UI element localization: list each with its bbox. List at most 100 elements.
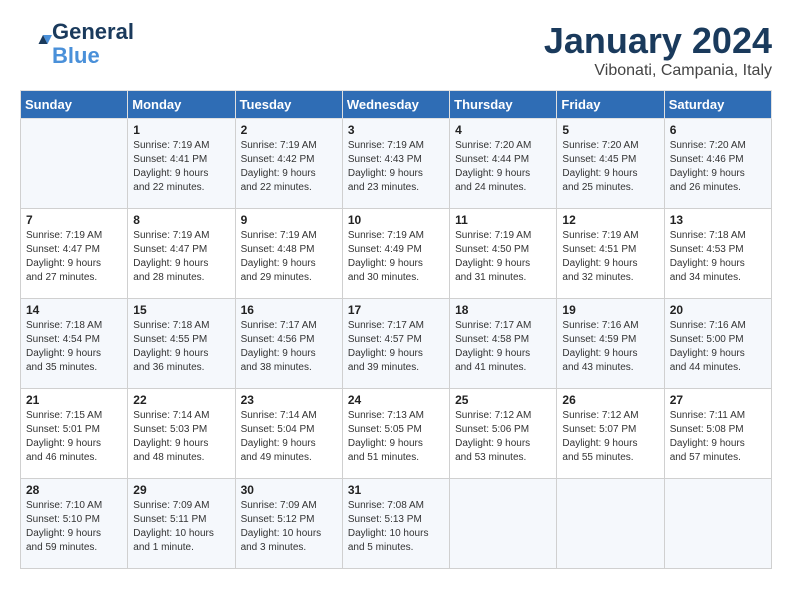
calendar-cell: 19 Sunrise: 7:16 AM Sunset: 4:59 PM Dayli… — [557, 299, 664, 389]
calendar-cell: 16 Sunrise: 7:17 AM Sunset: 4:56 PM Dayli… — [235, 299, 342, 389]
day-number: 7 — [26, 213, 122, 227]
cell-content: Sunrise: 7:18 AM Sunset: 4:54 PM Dayligh… — [26, 319, 122, 375]
cell-content: Sunrise: 7:11 AM Sunset: 5:08 PM Dayligh… — [670, 409, 766, 465]
calendar-cell: 4Sunrise: 7:20 AM Sunset: 4:44 PM Daylig… — [450, 119, 557, 209]
calendar-cell: 26 Sunrise: 7:12 AM Sunset: 5:07 PM Dayli… — [557, 389, 664, 479]
calendar-cell — [450, 479, 557, 569]
calendar-cell: 1 Sunrise: 7:19 AM Sunset: 4:41 PM Daylig… — [128, 119, 235, 209]
calendar-cell: 28Sunrise: 7:10 AM Sunset: 5:10 PM Dayli… — [21, 479, 128, 569]
day-header-friday: Friday — [557, 91, 664, 119]
cell-content: Sunrise: 7:20 AM Sunset: 4:44 PM Dayligh… — [455, 139, 551, 195]
calendar-cell: 8Sunrise: 7:19 AM Sunset: 4:47 PM Daylig… — [128, 209, 235, 299]
day-number: 29 — [133, 483, 229, 497]
calendar-cell: 6Sunrise: 7:20 AM Sunset: 4:46 PM Daylig… — [664, 119, 771, 209]
cell-content: Sunrise: 7:16 AM Sunset: 4:59 PM Dayligh… — [562, 319, 658, 375]
cell-content: Sunrise: 7:19 AM Sunset: 4:43 PM Dayligh… — [348, 139, 444, 195]
day-number: 25 — [455, 393, 551, 407]
calendar-cell — [557, 479, 664, 569]
cell-content: Sunrise: 7:15 AM Sunset: 5:01 PM Dayligh… — [26, 409, 122, 465]
day-number: 19 — [562, 303, 658, 317]
cell-content: Sunrise: 7:09 AM Sunset: 5:12 PM Dayligh… — [241, 499, 337, 555]
calendar-cell: 22 Sunrise: 7:14 AM Sunset: 5:03 PM Dayli… — [128, 389, 235, 479]
title-section: January 2024 Vibonati, Campania, Italy — [544, 20, 772, 80]
month-title: January 2024 — [544, 20, 772, 62]
calendar-cell: 5 Sunrise: 7:20 AM Sunset: 4:45 PM Daylig… — [557, 119, 664, 209]
calendar-cell: 14 Sunrise: 7:18 AM Sunset: 4:54 PM Dayli… — [21, 299, 128, 389]
week-row-1: 7 Sunrise: 7:19 AM Sunset: 4:47 PM Daylig… — [21, 209, 772, 299]
logo: General Blue — [20, 20, 134, 68]
cell-content: Sunrise: 7:14 AM Sunset: 5:04 PM Dayligh… — [241, 409, 337, 465]
week-row-0: 1 Sunrise: 7:19 AM Sunset: 4:41 PM Daylig… — [21, 119, 772, 209]
day-number: 9 — [241, 213, 337, 227]
cell-content: Sunrise: 7:20 AM Sunset: 4:46 PM Dayligh… — [670, 139, 766, 195]
day-number: 5 — [562, 123, 658, 137]
cell-content: Sunrise: 7:16 AM Sunset: 5:00 PM Dayligh… — [670, 319, 766, 375]
day-number: 18 — [455, 303, 551, 317]
day-header-saturday: Saturday — [664, 91, 771, 119]
day-number: 23 — [241, 393, 337, 407]
cell-content: Sunrise: 7:14 AM Sunset: 5:03 PM Dayligh… — [133, 409, 229, 465]
cell-content: Sunrise: 7:09 AM Sunset: 5:11 PM Dayligh… — [133, 499, 229, 555]
cell-content: Sunrise: 7:19 AM Sunset: 4:41 PM Dayligh… — [133, 139, 229, 195]
day-number: 17 — [348, 303, 444, 317]
cell-content: Sunrise: 7:19 AM Sunset: 4:47 PM Dayligh… — [133, 229, 229, 285]
day-number: 21 — [26, 393, 122, 407]
day-number: 12 — [562, 213, 658, 227]
day-number: 14 — [26, 303, 122, 317]
cell-content: Sunrise: 7:08 AM Sunset: 5:13 PM Dayligh… — [348, 499, 444, 555]
calendar-cell: 15 Sunrise: 7:18 AM Sunset: 4:55 PM Dayli… — [128, 299, 235, 389]
calendar-cell: 23 Sunrise: 7:14 AM Sunset: 5:04 PM Dayli… — [235, 389, 342, 479]
header: General Blue January 2024 Vibonati, Camp… — [20, 20, 772, 80]
cell-content: Sunrise: 7:20 AM Sunset: 4:45 PM Dayligh… — [562, 139, 658, 195]
cell-content: Sunrise: 7:19 AM Sunset: 4:49 PM Dayligh… — [348, 229, 444, 285]
day-number: 26 — [562, 393, 658, 407]
cell-content: Sunrise: 7:17 AM Sunset: 4:57 PM Dayligh… — [348, 319, 444, 375]
day-header-sunday: Sunday — [21, 91, 128, 119]
calendar-cell: 20 Sunrise: 7:16 AM Sunset: 5:00 PM Dayli… — [664, 299, 771, 389]
cell-content: Sunrise: 7:13 AM Sunset: 5:05 PM Dayligh… — [348, 409, 444, 465]
calendar-cell: 25Sunrise: 7:12 AM Sunset: 5:06 PM Dayli… — [450, 389, 557, 479]
day-number: 13 — [670, 213, 766, 227]
week-row-2: 14 Sunrise: 7:18 AM Sunset: 4:54 PM Dayli… — [21, 299, 772, 389]
day-header-wednesday: Wednesday — [342, 91, 449, 119]
logo-icon — [22, 29, 52, 59]
cell-content: Sunrise: 7:10 AM Sunset: 5:10 PM Dayligh… — [26, 499, 122, 555]
header-row: SundayMondayTuesdayWednesdayThursdayFrid… — [21, 91, 772, 119]
location-subtitle: Vibonati, Campania, Italy — [544, 62, 772, 80]
calendar-cell — [664, 479, 771, 569]
day-number: 3 — [348, 123, 444, 137]
calendar-cell: 31Sunrise: 7:08 AM Sunset: 5:13 PM Dayli… — [342, 479, 449, 569]
calendar-cell: 21 Sunrise: 7:15 AM Sunset: 5:01 PM Dayli… — [21, 389, 128, 479]
cell-content: Sunrise: 7:18 AM Sunset: 4:53 PM Dayligh… — [670, 229, 766, 285]
cell-content: Sunrise: 7:12 AM Sunset: 5:07 PM Dayligh… — [562, 409, 658, 465]
day-number: 16 — [241, 303, 337, 317]
calendar-cell: 3 Sunrise: 7:19 AM Sunset: 4:43 PM Daylig… — [342, 119, 449, 209]
cell-content: Sunrise: 7:19 AM Sunset: 4:48 PM Dayligh… — [241, 229, 337, 285]
week-row-4: 28Sunrise: 7:10 AM Sunset: 5:10 PM Dayli… — [21, 479, 772, 569]
cell-content: Sunrise: 7:17 AM Sunset: 4:56 PM Dayligh… — [241, 319, 337, 375]
calendar-cell: 18Sunrise: 7:17 AM Sunset: 4:58 PM Dayli… — [450, 299, 557, 389]
day-number: 1 — [133, 123, 229, 137]
calendar-cell: 7 Sunrise: 7:19 AM Sunset: 4:47 PM Daylig… — [21, 209, 128, 299]
day-number: 10 — [348, 213, 444, 227]
cell-content: Sunrise: 7:19 AM Sunset: 4:51 PM Dayligh… — [562, 229, 658, 285]
cell-content: Sunrise: 7:18 AM Sunset: 4:55 PM Dayligh… — [133, 319, 229, 375]
cell-content: Sunrise: 7:19 AM Sunset: 4:47 PM Dayligh… — [26, 229, 122, 285]
calendar-cell: 24 Sunrise: 7:13 AM Sunset: 5:05 PM Dayli… — [342, 389, 449, 479]
day-number: 15 — [133, 303, 229, 317]
calendar-cell — [21, 119, 128, 209]
logo-text: General Blue — [52, 20, 134, 68]
day-number: 22 — [133, 393, 229, 407]
calendar-cell: 9 Sunrise: 7:19 AM Sunset: 4:48 PM Daylig… — [235, 209, 342, 299]
calendar-cell: 17 Sunrise: 7:17 AM Sunset: 4:57 PM Dayli… — [342, 299, 449, 389]
day-header-tuesday: Tuesday — [235, 91, 342, 119]
day-number: 2 — [241, 123, 337, 137]
cell-content: Sunrise: 7:19 AM Sunset: 4:42 PM Dayligh… — [241, 139, 337, 195]
calendar-cell: 29 Sunrise: 7:09 AM Sunset: 5:11 PM Dayli… — [128, 479, 235, 569]
day-number: 20 — [670, 303, 766, 317]
day-number: 24 — [348, 393, 444, 407]
calendar-cell: 13 Sunrise: 7:18 AM Sunset: 4:53 PM Dayli… — [664, 209, 771, 299]
day-header-thursday: Thursday — [450, 91, 557, 119]
day-number: 27 — [670, 393, 766, 407]
day-number: 30 — [241, 483, 337, 497]
